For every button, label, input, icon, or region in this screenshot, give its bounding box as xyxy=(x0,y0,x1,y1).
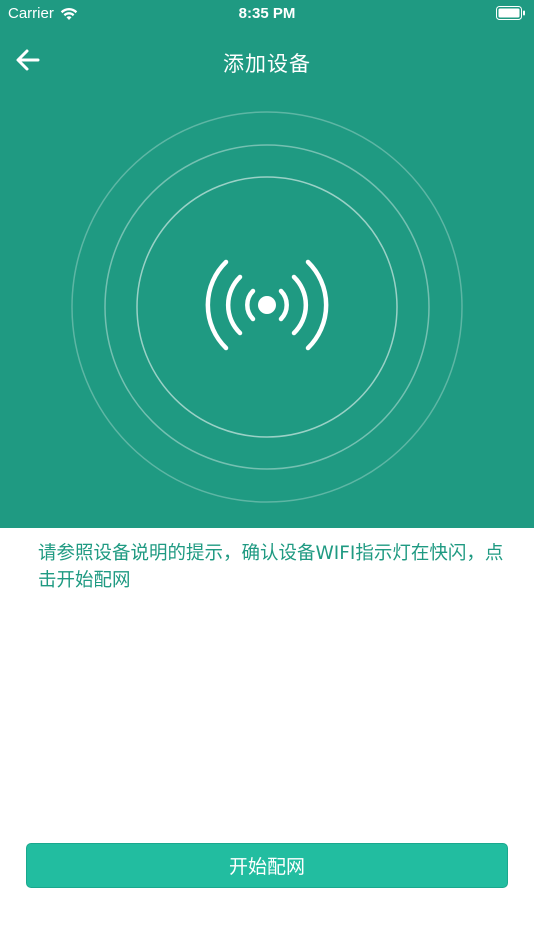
page-title: 添加设备 xyxy=(223,52,311,76)
radar-graphic xyxy=(0,88,534,528)
instruction-text: 请参照设备说明的提示，确认设备WIFI指示灯在快闪，点击开始配网 xyxy=(38,543,504,591)
broadcast-signal-icon xyxy=(205,259,329,351)
status-bar: Carrier 8:35 PM xyxy=(0,0,534,28)
battery-icon xyxy=(496,6,526,20)
hero-banner: Carrier 8:35 PM 添加设备 xyxy=(0,0,534,528)
status-time: 8:35 PM xyxy=(238,5,296,22)
navigation-bar: 添加设备 xyxy=(0,36,534,88)
start-pairing-button[interactable]: 开始配网 xyxy=(26,843,508,888)
